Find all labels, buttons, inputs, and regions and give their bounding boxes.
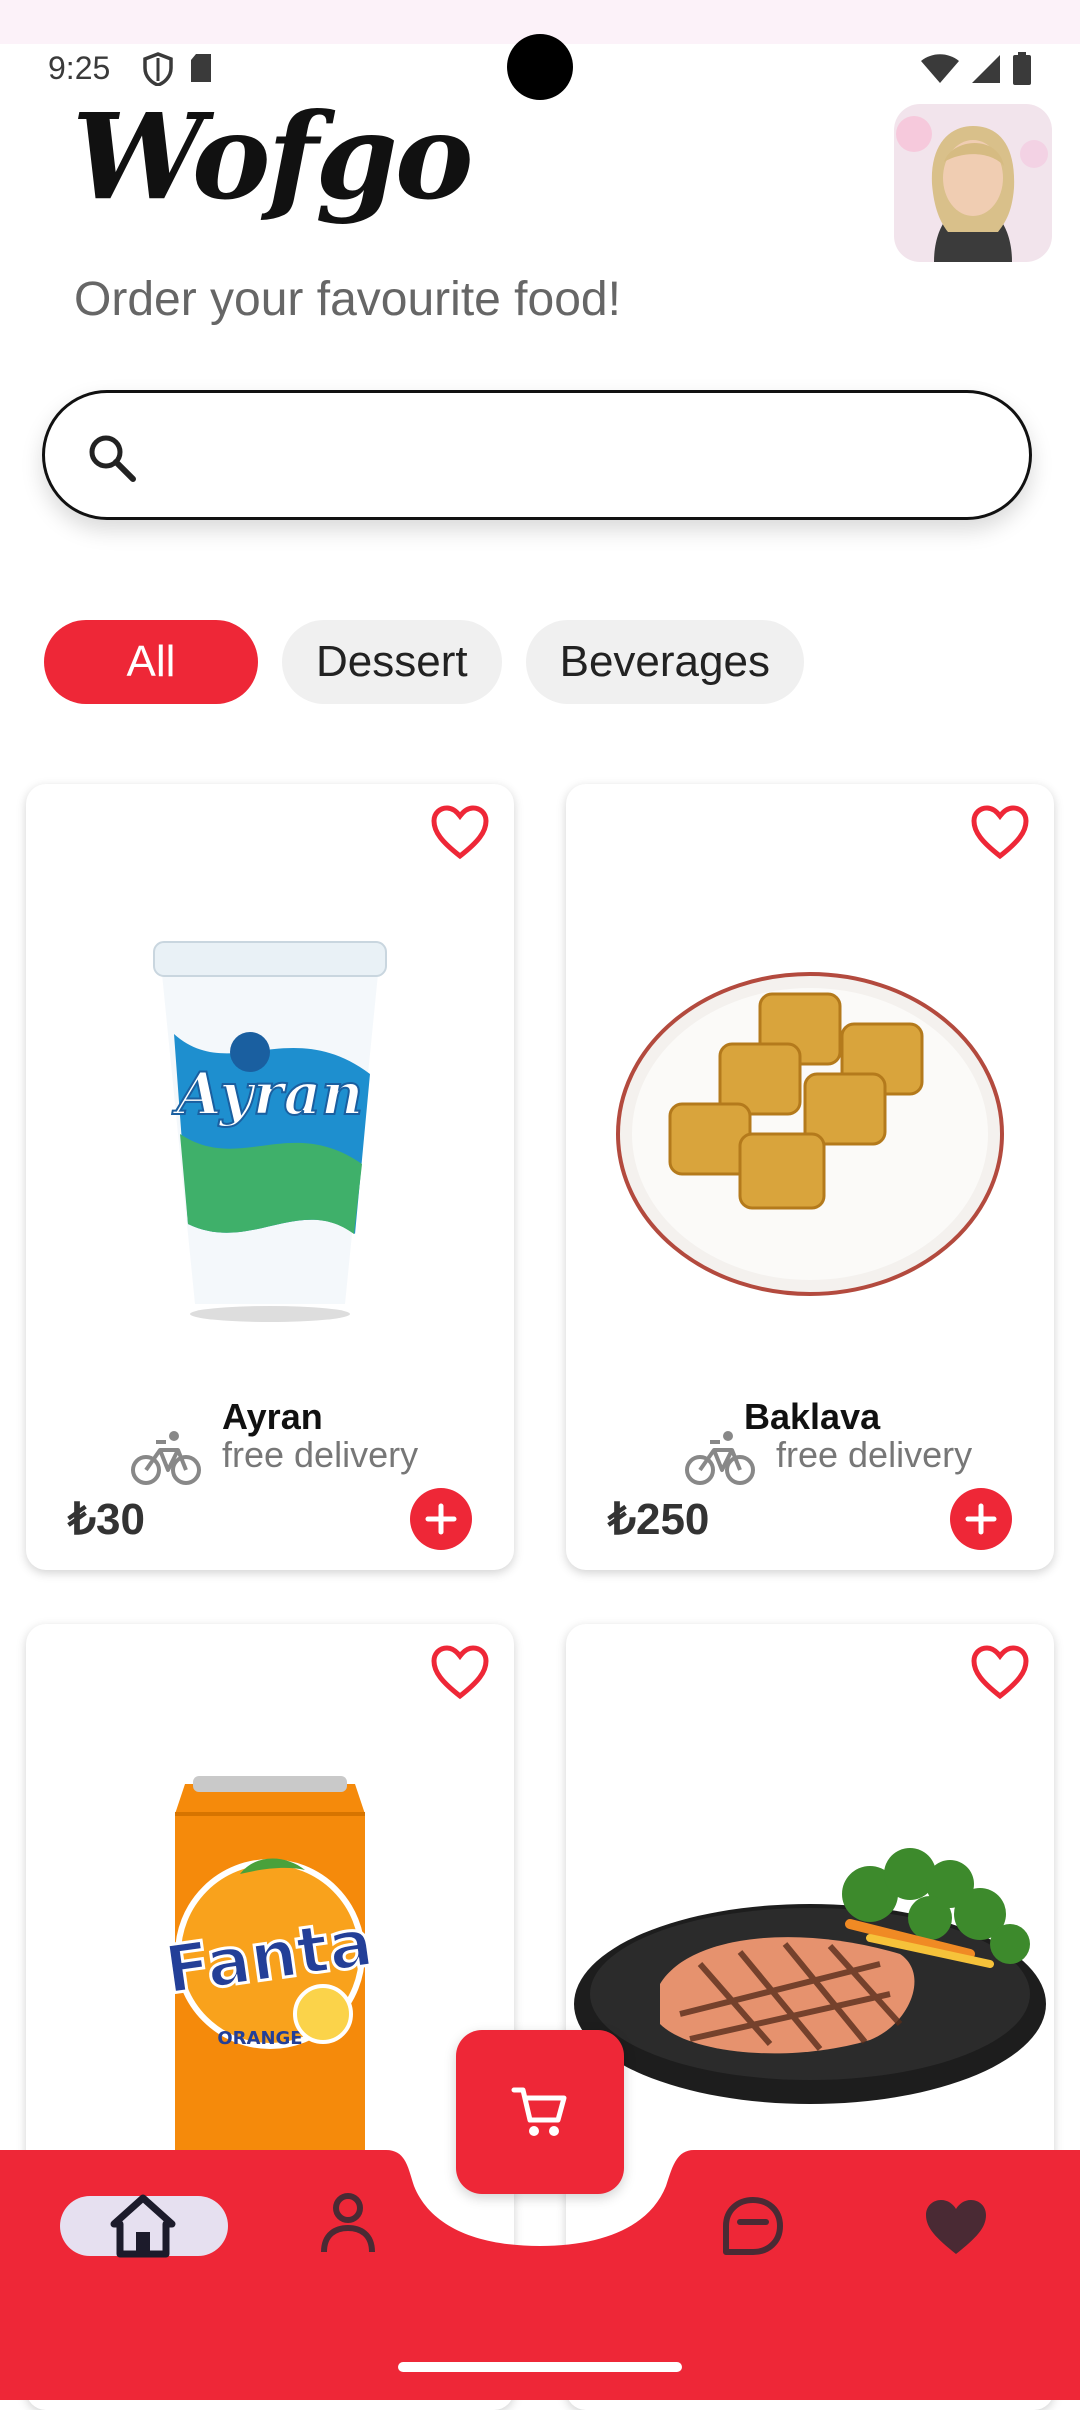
search-icon <box>89 435 136 482</box>
home-icon[interactable] <box>108 2194 178 2258</box>
sd-card-icon <box>191 54 211 82</box>
category-chips: All Dessert Beverages <box>44 620 804 704</box>
page-subtitle: Order your favourite food! <box>74 273 621 326</box>
cart-icon <box>511 2087 567 2136</box>
chip-all[interactable]: All <box>44 620 258 704</box>
add-to-cart-button[interactable] <box>950 1488 1012 1550</box>
shield-icon <box>143 52 173 86</box>
product-image-ayran: Ayran <box>26 904 514 1364</box>
delivery-label: free delivery <box>222 1434 419 1475</box>
app-logo-title: Wofgo <box>72 87 474 226</box>
cart-fab-button[interactable] <box>456 2030 624 2194</box>
product-image-baklava <box>566 904 1054 1364</box>
favorite-heart-icon[interactable] <box>430 1644 490 1700</box>
person-icon[interactable] <box>318 2192 378 2256</box>
product-card-ayran[interactable]: Ayran Ayran free delivery ₺30 <box>26 784 514 1570</box>
search-bar[interactable] <box>42 390 1032 520</box>
product-price: ₺250 <box>608 1495 710 1544</box>
product-price: ₺30 <box>68 1495 145 1544</box>
add-to-cart-button[interactable] <box>410 1488 472 1550</box>
delivery-label: free delivery <box>776 1434 973 1475</box>
camera-cutout <box>507 34 573 100</box>
favorite-heart-icon[interactable] <box>430 804 490 860</box>
status-left-icons <box>142 52 214 86</box>
product-name: Baklava <box>744 1396 881 1437</box>
search-input[interactable] <box>155 423 999 491</box>
product-image-salmon <box>566 1794 1054 2134</box>
gesture-navigation-handle[interactable] <box>398 2362 682 2372</box>
chat-bubble-icon[interactable] <box>718 2194 788 2258</box>
svg-text:ORANGE: ORANGE <box>217 2028 302 2049</box>
status-right-icons <box>920 52 1032 86</box>
wifi-icon <box>921 54 959 83</box>
product-name: Ayran <box>222 1396 323 1437</box>
status-time: 9:25 <box>48 50 111 86</box>
svg-text:Ayran: Ayran <box>172 1060 364 1128</box>
heart-icon[interactable] <box>922 2196 990 2258</box>
product-image-fanta: Fanta ORANGE <box>26 1774 514 2194</box>
signal-icon <box>972 55 1000 83</box>
chip-beverages[interactable]: Beverages <box>525 620 804 704</box>
bicycle-icon <box>131 1431 201 1485</box>
avatar[interactable] <box>894 104 1052 262</box>
favorite-heart-icon[interactable] <box>970 1644 1030 1700</box>
plus-icon <box>965 1503 997 1535</box>
plus-icon <box>425 1503 457 1535</box>
favorite-heart-icon[interactable] <box>970 804 1030 860</box>
product-card-baklava[interactable]: Baklava free delivery ₺250 <box>566 784 1054 1570</box>
battery-icon <box>1013 52 1031 85</box>
chip-dessert[interactable]: Dessert <box>282 620 502 704</box>
